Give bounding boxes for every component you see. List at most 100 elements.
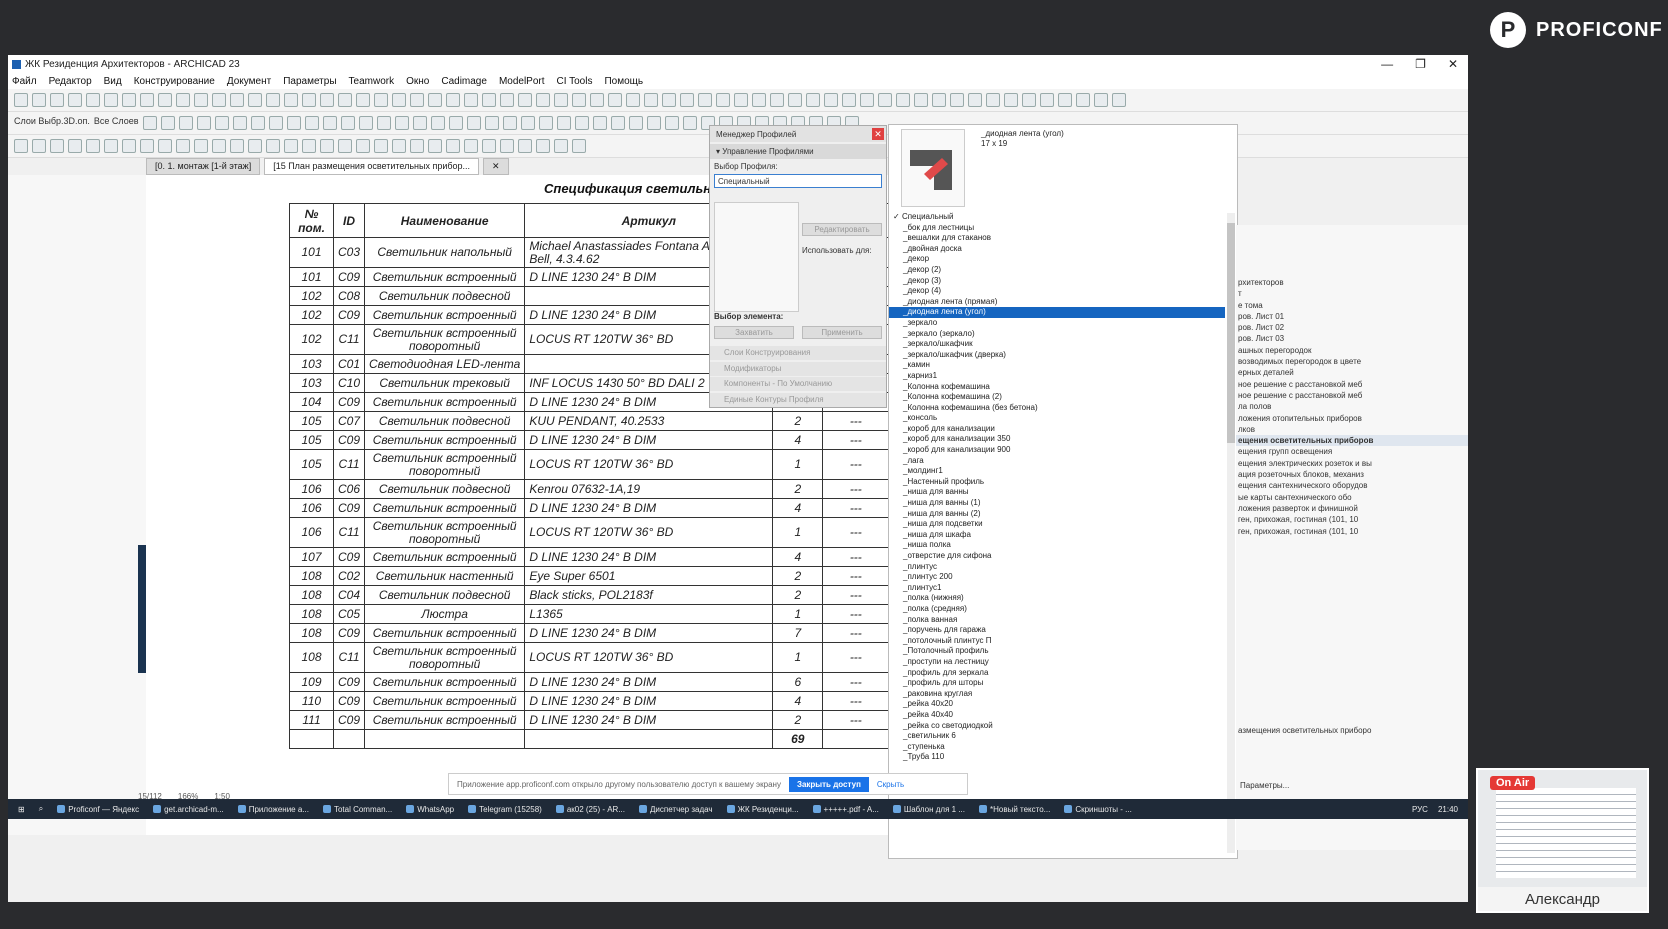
menu-item[interactable]: Помощь (604, 76, 643, 87)
profile-list-item[interactable]: _двойная доска (889, 244, 1225, 255)
tool-icon[interactable] (322, 116, 337, 130)
tool-icon[interactable] (536, 139, 550, 153)
profile-list-item[interactable]: _камин (889, 360, 1225, 371)
tool-icon[interactable] (448, 116, 463, 130)
close-window-button[interactable]: ✕ (1448, 57, 1458, 71)
profile-list-scrollbar[interactable] (1227, 213, 1235, 853)
navigator-item[interactable]: ров. Лист 02 (1236, 322, 1468, 333)
document-tab[interactable]: [0. 1. монтаж [1-й этаж] (146, 158, 261, 175)
profile-list-item[interactable]: _карниз1 (889, 371, 1225, 382)
tool-icon[interactable] (32, 139, 46, 153)
search-icon[interactable]: ⌕ (35, 804, 47, 814)
tool-icon[interactable] (140, 93, 154, 107)
tool-icon[interactable] (230, 93, 244, 107)
tool-icon[interactable] (356, 139, 370, 153)
tool-icon[interactable] (392, 93, 406, 107)
tool-icon[interactable] (464, 139, 478, 153)
profile-list-item[interactable]: _рейка 40x20 (889, 699, 1225, 710)
taskbar-app[interactable]: get.archicad-m... (149, 805, 228, 814)
close-icon[interactable]: ✕ (872, 128, 884, 140)
document-tab[interactable]: [15 План размещения осветительных прибор… (264, 158, 480, 175)
tool-icon[interactable] (1022, 93, 1036, 107)
tool-icon[interactable] (212, 139, 226, 153)
tool-icon[interactable] (464, 93, 478, 107)
tool-icon[interactable] (680, 93, 694, 107)
apply-button[interactable]: Применить (802, 326, 882, 339)
tool-icon[interactable] (158, 93, 172, 107)
taskbar-app[interactable]: WhatsApp (402, 805, 458, 814)
menu-item[interactable]: Документ (227, 76, 271, 87)
tool-icon[interactable] (266, 93, 280, 107)
profile-list-item[interactable]: _ниша для шкафа (889, 530, 1225, 541)
tool-icon[interactable] (250, 116, 265, 130)
navigator-item[interactable]: ров. Лист 01 (1236, 311, 1468, 322)
tool-icon[interactable] (1004, 93, 1018, 107)
tool-icon[interactable] (538, 116, 553, 130)
profile-list-item[interactable]: _профиль для шторы (889, 678, 1225, 689)
profile-list-item[interactable]: _проступи на лестницу (889, 657, 1225, 668)
tool-icon[interactable] (986, 93, 1000, 107)
tool-icon[interactable] (646, 116, 661, 130)
tray-clock[interactable]: 21:40 (1438, 805, 1458, 814)
profile-list-item[interactable]: _светильник 6 (889, 731, 1225, 742)
profile-list-item[interactable]: _декор (2) (889, 265, 1225, 276)
tool-icon[interactable] (824, 93, 838, 107)
menu-item[interactable]: Параметры (283, 76, 336, 87)
tool-icon[interactable] (1076, 93, 1090, 107)
profile-list-item[interactable]: _полка ванная (889, 615, 1225, 626)
tool-icon[interactable] (86, 139, 100, 153)
tool-icon[interactable] (428, 93, 442, 107)
tool-icon[interactable] (428, 139, 442, 153)
tool-icon[interactable] (554, 93, 568, 107)
profile-manager-section-row[interactable]: Компоненты - По Умолчанию (710, 377, 886, 391)
tool-icon[interactable] (628, 116, 643, 130)
tool-icon[interactable] (50, 139, 64, 153)
tool-icon[interactable] (304, 116, 319, 130)
layer-combo-select[interactable]: Слои Выбр.3D.оп. (14, 116, 90, 130)
navigator-item[interactable]: ашных перегородок (1236, 345, 1468, 356)
tool-icon[interactable] (520, 116, 535, 130)
tool-icon[interactable] (518, 139, 532, 153)
tool-icon[interactable] (806, 93, 820, 107)
tool-icon[interactable] (896, 93, 910, 107)
tool-icon[interactable] (302, 139, 316, 153)
close-access-button[interactable]: Закрыть доступ (788, 776, 869, 792)
tool-icon[interactable] (374, 93, 388, 107)
tool-icon[interactable] (214, 116, 229, 130)
tool-icon[interactable] (662, 93, 676, 107)
tool-icon[interactable] (394, 116, 409, 130)
capture-button[interactable]: Захватить (714, 326, 794, 339)
navigator-item[interactable]: ещения электрических розеток и вы (1236, 458, 1468, 469)
tool-icon[interactable] (878, 93, 892, 107)
tool-icon[interactable] (716, 93, 730, 107)
profile-list-item[interactable]: _бок для лестницы (889, 223, 1225, 234)
tool-icon[interactable] (466, 116, 481, 130)
profile-list-item[interactable]: _раковина круглая (889, 689, 1225, 700)
profile-list-item[interactable]: _зеркало (зеркало) (889, 329, 1225, 340)
tool-icon[interactable] (212, 93, 226, 107)
tool-icon[interactable] (610, 116, 625, 130)
tool-icon[interactable] (788, 93, 802, 107)
tool-icon[interactable] (500, 93, 514, 107)
taskbar-app[interactable]: Диспетчер задач (635, 805, 717, 814)
tool-icon[interactable] (412, 116, 427, 130)
profile-list-item[interactable]: _консоль (889, 413, 1225, 424)
profile-list-item[interactable]: _зеркало/шкафчик (889, 339, 1225, 350)
tool-icon[interactable] (932, 93, 946, 107)
profile-list-item[interactable]: _Труба 110 (889, 752, 1225, 763)
menu-item[interactable]: Окно (406, 76, 429, 87)
tool-icon[interactable] (340, 116, 355, 130)
profile-list-item[interactable]: _Колонна кофемашина (2) (889, 392, 1225, 403)
tool-icon[interactable] (142, 116, 157, 130)
navigator-item[interactable]: ное решение с расстановкой меб (1236, 379, 1468, 390)
taskbar-app[interactable]: *Новый тексто... (975, 805, 1054, 814)
navigator-item[interactable]: ложения разверток и финишной (1236, 503, 1468, 514)
tool-icon[interactable] (86, 93, 100, 107)
profile-list-item[interactable]: _полка (средняя) (889, 604, 1225, 615)
profile-list-item[interactable]: _вешалки для стаканов (889, 233, 1225, 244)
profile-list-item[interactable]: _полка (нижняя) (889, 593, 1225, 604)
tool-icon[interactable] (626, 93, 640, 107)
profile-list-item[interactable]: _декор (889, 254, 1225, 265)
tool-icon[interactable] (140, 139, 154, 153)
scrollbar-thumb[interactable] (1227, 223, 1235, 443)
